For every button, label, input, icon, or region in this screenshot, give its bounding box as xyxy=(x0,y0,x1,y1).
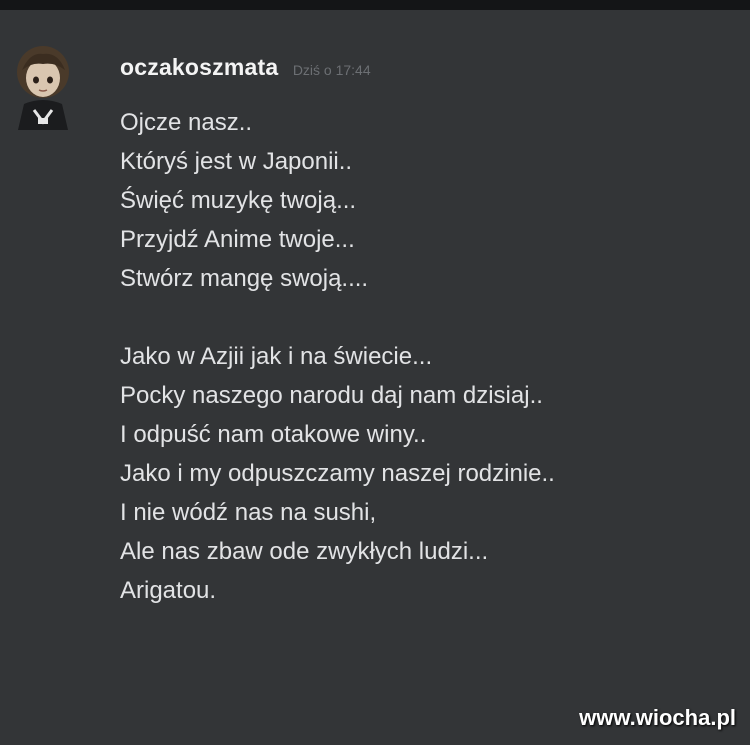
timestamp: Dziś o 17:44 xyxy=(292,62,371,78)
anime-character-avatar-icon xyxy=(17,46,69,130)
message-line: Jako i my odpuszczamy naszej rodzinie.. xyxy=(120,460,555,487)
message-line: Ale nas zbaw ode zwykłych ludzi... xyxy=(120,538,489,565)
message-line: Jako w Azjii jak i na świecie... xyxy=(120,343,433,370)
watermark: www.wiocha.pl xyxy=(579,705,736,730)
message-body: Ojcze nasz.. Któryś jest w Japonii.. Świ… xyxy=(120,103,555,610)
message-line: Pocky naszego narodu daj nam dzisiaj.. xyxy=(120,382,543,409)
message-line: Święć muzykę twoją... xyxy=(120,187,357,214)
top-bar xyxy=(0,0,750,10)
message-line: I odpuść nam otakowe winy.. xyxy=(120,421,427,448)
message-line: Arigatou. xyxy=(120,577,217,604)
blank-line xyxy=(120,298,555,337)
message-line: Ojcze nasz.. xyxy=(120,109,253,136)
message-line: Któryś jest w Japonii.. xyxy=(120,148,353,175)
message-line: I nie wódź nas na sushi, xyxy=(120,499,377,526)
avatar[interactable] xyxy=(10,40,80,130)
message-line: Przyjdź Anime twoje... xyxy=(120,226,355,253)
username[interactable]: oczakoszmata xyxy=(120,54,278,80)
message-header: oczakoszmata Dziś o 17:44 xyxy=(120,54,371,81)
message-line: Stwórz mangę swoją.... xyxy=(120,265,369,292)
chat-message: oczakoszmata Dziś o 17:44 Ojcze nasz.. K… xyxy=(0,10,750,745)
